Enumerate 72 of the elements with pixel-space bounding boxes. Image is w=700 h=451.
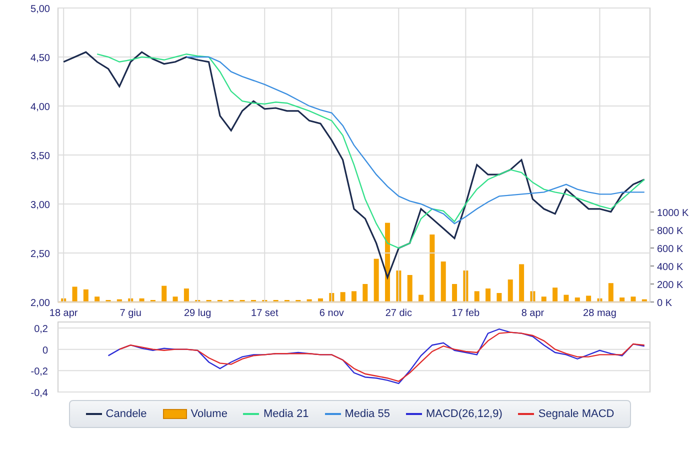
- legend-label: MACD(26,12,9): [426, 406, 502, 422]
- volume-bar: [608, 283, 614, 302]
- volume-bar: [620, 298, 625, 302]
- axis-label: 17 feb: [452, 308, 480, 319]
- axis-label: -0,4: [30, 388, 48, 399]
- volume-bar: [564, 294, 569, 302]
- axis-label: 3,50: [30, 151, 50, 162]
- volume-bar: [463, 270, 468, 302]
- axis-label: 200 K: [657, 280, 684, 291]
- axis-label: 0,2: [34, 324, 48, 335]
- legend-label: Candele: [106, 406, 147, 422]
- volume-bar: [541, 296, 546, 302]
- volume-bar: [128, 298, 134, 302]
- axis-label: 27 dic: [385, 308, 412, 319]
- axis-label: 5,00: [30, 4, 50, 15]
- volume-bar: [597, 298, 602, 302]
- axis-label: 800 K: [657, 226, 684, 237]
- volume-bar: [474, 291, 480, 302]
- axis-label: 6 nov: [319, 308, 344, 319]
- axis-label: 8 apr: [521, 308, 544, 319]
- volume-bar: [318, 298, 323, 302]
- axis-label: 4,00: [30, 102, 50, 113]
- volume-bar: [452, 284, 458, 302]
- axis-label: 0: [42, 345, 48, 356]
- volume-bar: [630, 296, 636, 302]
- volume-bar: [329, 293, 334, 302]
- volume-bar: [184, 288, 189, 302]
- volume-bar: [642, 299, 647, 302]
- legend-label: Media 21: [263, 406, 309, 422]
- volume-bar: [94, 296, 100, 302]
- axis-label: 2,00: [30, 298, 50, 309]
- volume-bar: [352, 291, 356, 302]
- axis-label: -0,2: [30, 366, 48, 378]
- volume-bar: [374, 258, 379, 302]
- axis-label: 4,50: [30, 53, 50, 64]
- volume-bar: [486, 288, 491, 302]
- volume-bar: [162, 286, 167, 302]
- volume-bar: [440, 262, 446, 302]
- volume-bar: [430, 234, 435, 302]
- volume-bar: [83, 289, 88, 302]
- legend-label: Media 55: [344, 406, 390, 422]
- volume-bar: [418, 294, 424, 302]
- axis-label: 18 apr: [49, 308, 78, 319]
- axis-label: 28 mag: [583, 308, 616, 319]
- volume-bar: [530, 291, 536, 302]
- axis-label: 0 K: [657, 298, 672, 309]
- axis-label: 29 lug: [184, 308, 212, 319]
- axis-label: 7 giu: [120, 308, 142, 319]
- volume-bar: [396, 270, 402, 302]
- legend-label: Volume: [190, 406, 228, 422]
- volume-bar: [407, 275, 412, 302]
- axis-label: 2,50: [30, 249, 50, 260]
- volume-bar: [172, 296, 178, 302]
- axis-label: 600 K: [657, 244, 684, 255]
- volume-bar: [139, 298, 144, 302]
- legend-label: Segnale MACD: [538, 406, 614, 422]
- volume-bar: [519, 264, 524, 302]
- volume-bar: [552, 288, 558, 302]
- volume-bar: [574, 298, 580, 302]
- volume-bar: [362, 284, 368, 302]
- axis-label: 17 set: [251, 308, 278, 319]
- axis-label: 1000 K: [657, 208, 689, 219]
- volume-bar: [496, 293, 502, 302]
- volume-bar: [61, 298, 66, 302]
- volume-bar: [306, 299, 312, 302]
- axis-label: 400 K: [657, 262, 684, 273]
- volume-bar: [340, 292, 346, 302]
- volume-bar: [116, 299, 122, 302]
- volume-bar: [72, 286, 78, 302]
- axis-label: 3,00: [30, 200, 50, 211]
- volume-bar: [508, 280, 513, 302]
- volume-bar: [586, 296, 592, 302]
